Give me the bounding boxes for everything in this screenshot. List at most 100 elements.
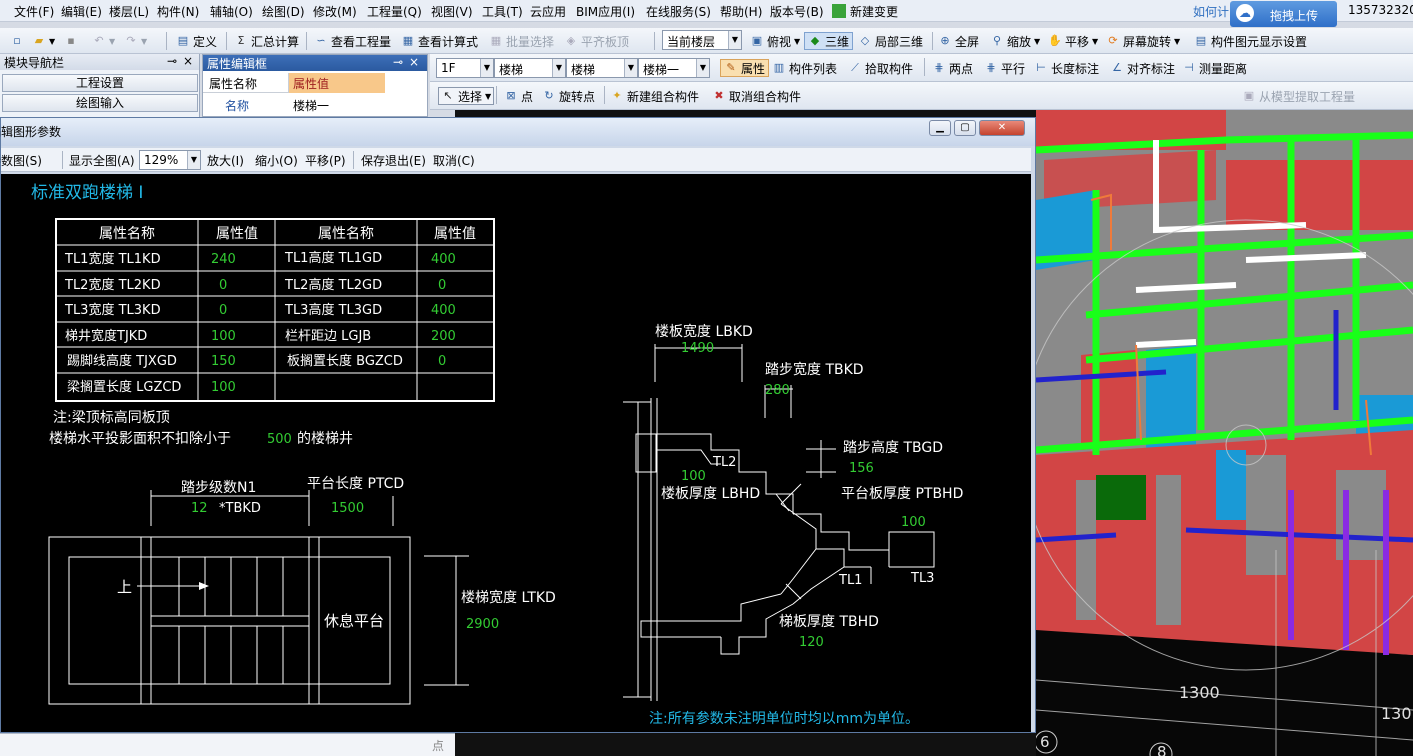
select-params-button[interactable]: 参数图(S) [0,152,42,169]
parallel-icon: ⋕ [986,61,996,74]
close-icon[interactable]: × [183,54,193,68]
type-select[interactable]: 楼梯 ▼ [566,58,638,78]
prop-row-value[interactable]: 楼梯一 [289,95,385,115]
properties-button[interactable]: ✎ 属性 [720,59,770,77]
summary-calc-button[interactable]: Σ 汇总计算 [234,32,300,50]
local-3d-icon: ◇ [860,34,870,47]
display-settings-button[interactable]: ▤ 构件图元显示设置 [1194,32,1307,50]
element-list-button[interactable]: ▥ 构件列表 [772,59,837,77]
floor-scope-value: 当前楼层 [667,35,716,49]
save-button[interactable]: ▪ [64,32,78,50]
undo-button[interactable]: ↶ ▼ [92,32,115,50]
menu-quantity[interactable]: 工程量(Q) [367,3,422,20]
menu-element[interactable]: 构件(N) [157,3,199,20]
landing-thickness-label: 平台板厚度 PTBHD [841,486,963,502]
maximize-button[interactable]: ▢ [954,120,976,136]
batch-select-label: 批量选择 [506,34,555,49]
close-button[interactable]: ✕ [979,120,1025,136]
extract-icon: ▣ [1243,89,1255,102]
cancel-button[interactable]: 取消(C) [433,152,475,169]
angle-dim-icon: ∠ [1112,61,1122,74]
define-icon: ▤ [177,34,189,47]
batch-select-button[interactable]: ▦ 批量选择 [489,32,554,50]
menu-edit[interactable]: 编辑(E) [61,3,102,20]
menu-axis[interactable]: 辅轴(O) [210,3,253,20]
save-exit-button[interactable]: 保存退出(E) [361,152,426,169]
stair-plan-view [48,490,469,705]
axis-label: 6 [1040,733,1050,751]
open-file-button[interactable]: ▰ ▼ [32,32,55,50]
show-all-button[interactable]: 显示全图(A) [69,152,135,169]
stair-thickness-value: 120 [799,635,824,650]
menu-new-change[interactable]: 新建变更 [850,3,898,20]
full-screen-label: 全屏 [955,34,980,49]
close-icon[interactable]: × [409,55,419,69]
element-select[interactable]: 楼梯一 ▼ [638,58,710,78]
menu-cloud[interactable]: 云应用 [530,3,566,20]
menu-bim[interactable]: BIM应用(I) [576,3,635,20]
parameter-drawing-canvas[interactable]: 标准双跑楼梯 I 属性名称 属性值 属性名称 属性值 TL1宽度 TL1KD 2… [1,174,1031,732]
pick-element-button[interactable]: ⟋ 拾取构件 [848,59,913,77]
menu-help[interactable]: 帮助(H) [720,3,762,20]
axis-label: 8 [1157,743,1167,756]
menu-version[interactable]: 版本号(B) [770,3,824,20]
pan-button[interactable]: ✋ 平移 ▼ [1048,32,1098,50]
floor-scope-select[interactable]: 当前楼层 ▼ [662,30,742,50]
local-3d-button[interactable]: ◇ 局部三维 [858,32,923,50]
category-select[interactable]: 楼梯 ▼ [494,58,566,78]
menu-tools[interactable]: 工具(T) [482,3,523,20]
point-label: 点 [521,89,534,104]
new-group-icon: ✦ [612,89,622,102]
zoom-icon: ⚲ [992,34,1002,47]
drawing-title: 标准双跑楼梯 I [31,183,143,203]
extract-quantity-button[interactable]: ▣ 从模型提取工程量 [1242,87,1355,105]
help-link[interactable]: 如何计 [1193,3,1229,20]
point-button[interactable]: ⊠ 点 [504,87,533,105]
minimize-button[interactable]: ▁ [929,120,951,136]
3d-view-button[interactable]: ◆ 三维 [804,32,854,50]
menu-view[interactable]: 视图(V) [431,3,473,20]
parallel-button[interactable]: ⋕ 平行 [984,59,1025,77]
menu-modify[interactable]: 修改(M) [313,3,357,20]
param-value: 200 [431,329,456,344]
tl2-label: TL2 [712,455,736,470]
zoom-out-button[interactable]: 缩小(O) [255,152,298,169]
pin-icon[interactable]: ⊸ [167,54,177,68]
menu-file[interactable]: 文件(F) [14,3,54,20]
table-header: 属性名称 [318,226,374,242]
pin-icon[interactable]: ⊸ [393,55,403,69]
full-screen-button[interactable]: ⊕ 全屏 [938,32,979,50]
rotate-point-button[interactable]: ↻ 旋转点 [542,87,595,105]
redo-button[interactable]: ↷ ▼ [124,32,147,50]
menu-draw[interactable]: 绘图(D) [262,3,305,20]
zoom-button[interactable]: ⚲ 缩放 ▼ [990,32,1040,50]
cancel-group-button[interactable]: ✖ 取消组合构件 [712,87,801,105]
top-view-button[interactable]: ▣ 俯视 ▼ [750,32,800,50]
zoom-select[interactable]: 129% ▼ [139,150,201,170]
zoom-in-button[interactable]: 放大(I) [207,152,244,169]
new-group-button[interactable]: ✦ 新建组合构件 [610,87,699,105]
note-projection-suffix: 的楼梯井 [297,431,353,447]
new-file-button[interactable]: ▫ [10,32,24,50]
length-dim-button[interactable]: ⊢ 长度标注 [1034,59,1099,77]
angle-dim-button[interactable]: ∠ 对齐标注 [1110,59,1175,77]
pan-button[interactable]: 平移(P) [305,152,346,169]
floor-select[interactable]: 1F ▼ [436,58,494,78]
menu-online[interactable]: 在线服务(S) [646,3,711,20]
param-name: TL1高度 TL1GD [284,250,382,266]
view-quantity-button[interactable]: ∽ 查看工程量 [314,32,391,50]
3d-model-view[interactable]: 1300 130 6 8 [1036,110,1413,756]
upload-button[interactable]: ☁ 拖拽上传 [1230,1,1337,27]
select-button[interactable]: ↖ 选择 ▼ [438,87,495,105]
nav-item-drawing-input[interactable]: 绘图输入 [2,94,198,112]
pan-label: 平移 [1065,34,1090,49]
screen-rotate-button[interactable]: ⟳ 屏幕旋转 ▼ [1106,32,1180,50]
two-points-button[interactable]: ⋕ 两点 [932,59,973,77]
view-formula-button[interactable]: ▦ 查看计算式 [401,32,478,50]
define-button[interactable]: ▤ 定义 [176,32,217,50]
menu-floor[interactable]: 楼层(L) [109,3,149,20]
nav-item-project-settings[interactable]: 工程设置 [2,74,198,92]
measure-distance-button[interactable]: ⊣ 测量距离 [1182,59,1247,77]
upload-button-label: 拖拽上传 [1270,9,1319,23]
flat-slab-top-button[interactable]: ◈ 平齐板顶 [564,32,629,50]
